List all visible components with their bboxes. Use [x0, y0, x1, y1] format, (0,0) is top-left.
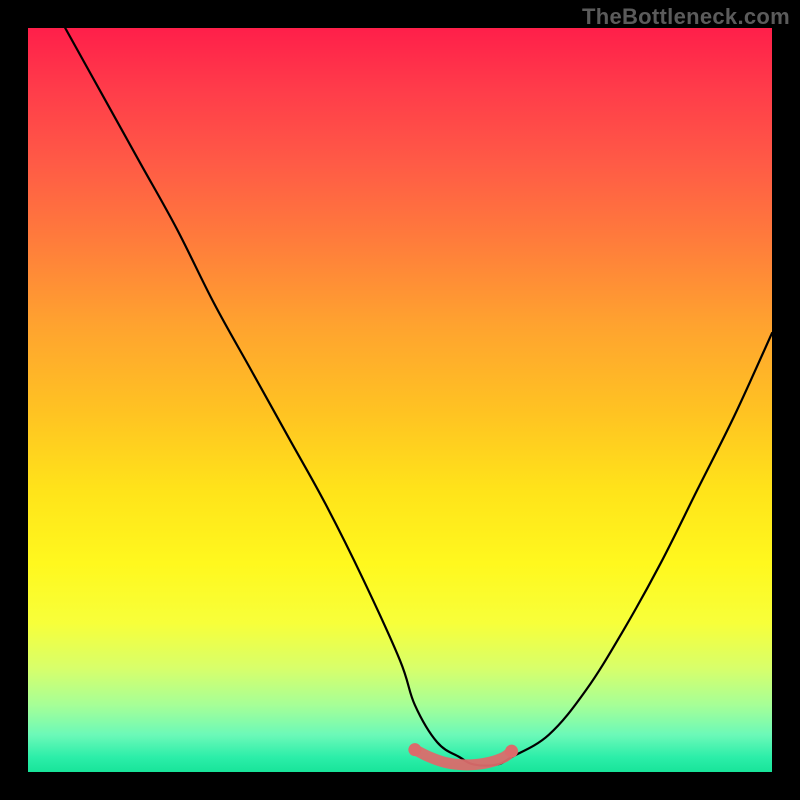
plot-area	[28, 28, 772, 772]
optimal-zone-overlay	[415, 750, 512, 765]
watermark-text: TheBottleneck.com	[582, 4, 790, 30]
optimal-zone-endpoint	[408, 743, 421, 756]
optimal-zone-endpoint	[505, 745, 518, 758]
bottleneck-curve-path	[65, 28, 772, 766]
chart-frame: TheBottleneck.com	[0, 0, 800, 800]
curve-layer	[28, 28, 772, 772]
